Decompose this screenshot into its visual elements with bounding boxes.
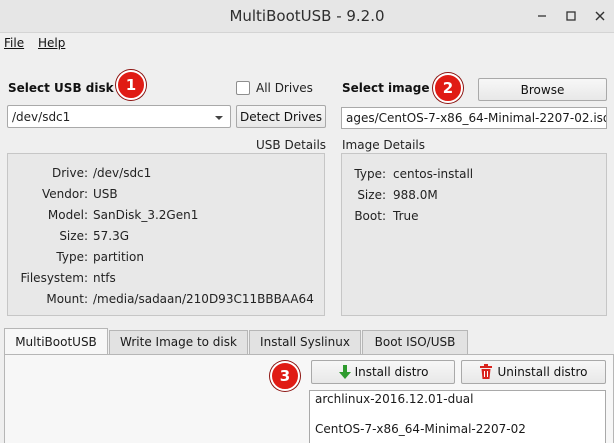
usb-detail-key: Size: — [59, 229, 88, 243]
browse-button[interactable]: Browse — [478, 78, 607, 101]
all-drives-label[interactable]: All Drives — [256, 81, 313, 95]
usb-details-title: USB Details — [256, 138, 327, 152]
image-detail-value: 988.0M — [393, 188, 438, 202]
chevron-down-icon — [214, 112, 224, 126]
install-distro-button[interactable]: Install distro — [311, 360, 455, 384]
tab-boot-iso-usb[interactable]: Boot ISO/USB — [362, 330, 468, 354]
minimize-icon[interactable] — [531, 5, 553, 27]
install-distro-label: Install distro — [354, 365, 429, 379]
all-drives-checkbox[interactable] — [236, 81, 250, 95]
usb-details-panel: Drive: /dev/sdc1 Vendor: USB Model: SanD… — [7, 153, 325, 316]
image-detail-key: Type: — [354, 167, 386, 181]
select-image-label: Select image — [342, 81, 430, 95]
menu-file[interactable]: File — [4, 36, 24, 50]
uninstall-distro-label: Uninstall distro — [497, 365, 588, 379]
usb-disk-combo[interactable]: /dev/sdc1 — [7, 105, 231, 128]
uninstall-distro-button[interactable]: Uninstall distro — [461, 360, 606, 384]
step-badge-3: 3 — [270, 361, 300, 391]
window-title: MultiBootUSB - 9.2.0 — [229, 7, 385, 25]
usb-detail-key: Mount: — [46, 292, 88, 306]
close-icon[interactable] — [589, 5, 611, 27]
tab-multibootusb[interactable]: MultiBootUSB — [4, 328, 108, 355]
usb-detail-value: SanDisk_3.2Gen1 — [93, 208, 199, 222]
usb-detail-value: /dev/sdc1 — [93, 166, 152, 180]
maximize-icon[interactable] — [560, 5, 582, 27]
step-badge-2: 2 — [433, 73, 463, 103]
tab-write-image[interactable]: Write Image to disk — [109, 330, 248, 354]
image-path-input[interactable]: ages/CentOS-7-x86_64-Minimal-2207-02.iso — [341, 107, 607, 129]
image-details-title: Image Details — [342, 138, 425, 152]
usb-detail-value: 57.3G — [93, 229, 130, 243]
image-detail-key: Boot: — [354, 209, 386, 223]
usb-detail-value: /media/sadaan/210D93C11BBBAA64 — [93, 292, 314, 306]
usb-detail-value: ntfs — [93, 271, 116, 285]
image-detail-value: True — [393, 209, 419, 223]
tab-install-syslinux[interactable]: Install Syslinux — [249, 330, 361, 354]
down-arrow-icon — [338, 364, 352, 380]
usb-detail-key: Type: — [56, 250, 88, 264]
installed-distro-list[interactable]: archlinux-2016.12.01-dual CentOS-7-x86_6… — [309, 390, 606, 443]
list-item[interactable]: CentOS-7-x86_64-Minimal-2207-02 — [315, 422, 526, 436]
list-item[interactable]: archlinux-2016.12.01-dual — [315, 392, 473, 406]
step-badge-1: 1 — [116, 70, 146, 100]
image-details-panel: Type: centos-install Size: 988.0M Boot: … — [341, 153, 607, 316]
usb-detail-key: Model: — [47, 208, 88, 222]
menu-bar — [0, 33, 614, 55]
menu-help[interactable]: Help — [38, 36, 65, 50]
usb-disk-value: /dev/sdc1 — [12, 110, 71, 124]
usb-detail-key: Drive: — [51, 166, 88, 180]
select-usb-label: Select USB disk — [8, 81, 114, 95]
image-detail-value: centos-install — [393, 167, 474, 181]
usb-detail-value: USB — [93, 187, 118, 201]
image-detail-key: Size: — [357, 188, 386, 202]
detect-drives-button[interactable]: Detect Drives — [236, 105, 326, 128]
usb-detail-key: Vendor: — [42, 187, 88, 201]
usb-detail-key: Filesystem: — [20, 271, 88, 285]
trash-icon — [479, 364, 493, 380]
usb-detail-value: partition — [93, 250, 144, 264]
